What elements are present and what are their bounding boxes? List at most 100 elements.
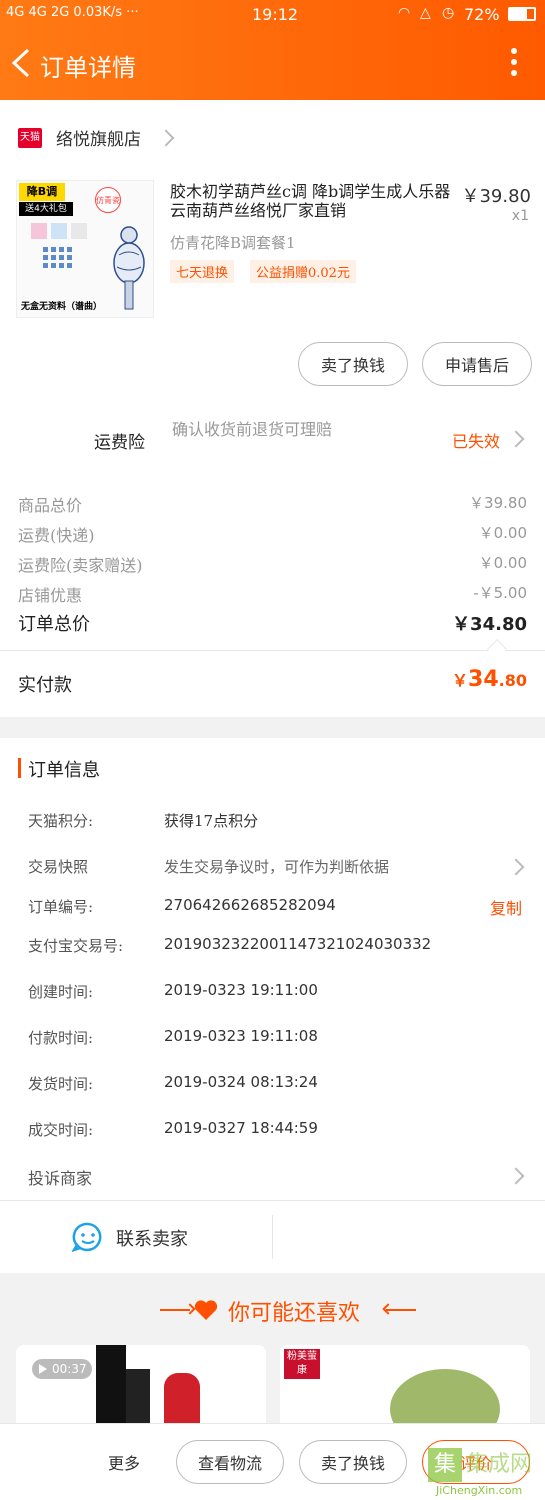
info-value: 2019-0323 19:11:00 bbox=[164, 981, 318, 999]
order-number: 270642662685282094 bbox=[164, 896, 336, 914]
order-total-label: 订单总价 bbox=[18, 614, 90, 635]
lipstick-base bbox=[126, 1369, 150, 1425]
tag-charity: 公益捐赠0.02元 bbox=[250, 260, 356, 283]
info-value: 2019-0324 08:13:24 bbox=[164, 1073, 318, 1091]
video-duration: 00:37 bbox=[52, 1362, 87, 1376]
summary-value: -￥5.00 bbox=[473, 584, 527, 602]
info-label: 天猫积分: bbox=[28, 812, 94, 830]
brand-tag: 粉美萤康 bbox=[284, 1349, 320, 1379]
copy-button[interactable]: 复制 bbox=[490, 895, 522, 919]
thumb-label-top: 降B调 bbox=[19, 183, 65, 201]
info-label: 订单编号: bbox=[28, 898, 94, 916]
lipstick-case bbox=[96, 1345, 126, 1425]
sell-swap-button[interactable]: 卖了换钱 bbox=[298, 342, 408, 386]
chevron-right-icon bbox=[507, 430, 525, 448]
product-qty: x1 bbox=[511, 208, 529, 224]
tmall-badge: 天猫 bbox=[18, 128, 42, 148]
paid-label: 实付款 bbox=[18, 675, 72, 696]
summary-label: 运费(快递) bbox=[18, 526, 95, 545]
product-sku: 仿青花降B调套餐1 bbox=[170, 234, 296, 252]
chevron-right-icon[interactable] bbox=[507, 858, 525, 876]
order-info: 订单信息 天猫积分: 获得17点积分 交易快照 发生交易争议时，可作为判断依据 … bbox=[0, 738, 545, 1200]
shipping-insurance-row[interactable]: 运费险 确认收货前退货可理赔 已失效 bbox=[0, 400, 545, 480]
insurance-label: 运费险 bbox=[94, 433, 145, 453]
view-logistics-button[interactable]: 查看物流 bbox=[176, 1440, 284, 1484]
recommend-heading: 你可能还喜欢 bbox=[228, 1301, 361, 1326]
info-label: 成交时间: bbox=[28, 1121, 94, 1139]
thumb-label-sub: 送4大礼包 bbox=[19, 202, 73, 216]
info-value: 2019-0327 18:44:59 bbox=[164, 1119, 318, 1137]
recommend-card-2[interactable]: 粉美萤康 bbox=[280, 1345, 530, 1425]
watermark-logo: 集 bbox=[428, 1448, 462, 1482]
mute-icon: △ bbox=[420, 5, 431, 21]
info-label: 付款时间: bbox=[28, 1029, 94, 1047]
summary-label: 店铺优惠 bbox=[18, 586, 83, 605]
watermark-text: JiChengXin.com bbox=[436, 1484, 523, 1497]
accessory-grid-image bbox=[31, 223, 87, 268]
page-title: 订单详情 bbox=[40, 54, 136, 82]
paid-int: 34 bbox=[468, 667, 499, 692]
insurance-desc: 确认收货前退货可理赔 bbox=[172, 420, 333, 439]
thumb-stamp: 仿青瓷 bbox=[95, 187, 121, 213]
alipay-trade-number: 2019032322001147321024030332 bbox=[164, 935, 432, 953]
status-bar: 4G 4G 2G 0.03K/s ··· 19:12 ◠ △ ◷ 72% bbox=[0, 0, 545, 28]
play-icon bbox=[39, 1364, 47, 1374]
product-thumbnail[interactable]: 降B调 送4大礼包 仿青瓷 无盒无资料（谱曲） bbox=[16, 180, 154, 318]
price-summary: 商品总价 ￥39.80 运费(快递) ￥0.00 运费险(卖家赠送) ￥0.00… bbox=[0, 480, 545, 650]
info-label: 支付宝交易号: bbox=[28, 937, 124, 955]
paid-currency: ￥ bbox=[452, 671, 469, 690]
info-label: 发货时间: bbox=[28, 1075, 94, 1093]
contact-row: 联系卖家 bbox=[0, 1201, 545, 1273]
summary-value: ￥0.00 bbox=[478, 524, 527, 542]
paid-row: 实付款 ￥34.80 bbox=[0, 651, 545, 717]
order-info-heading: 订单信息 bbox=[28, 760, 100, 781]
after-sale-button[interactable]: 申请售后 bbox=[422, 342, 532, 386]
heart-icon bbox=[194, 1300, 218, 1320]
section-marker bbox=[18, 758, 21, 778]
headset-icon: ◠ bbox=[398, 5, 411, 21]
info-label: 交易快照 bbox=[28, 858, 89, 876]
paid-amount: ￥34.80 bbox=[452, 667, 527, 692]
store-name[interactable]: 络悦旗舰店 bbox=[56, 125, 141, 150]
title-bar: 订单详情 bbox=[0, 30, 545, 98]
summary-label: 商品总价 bbox=[18, 496, 83, 515]
more-vertical-icon[interactable] bbox=[511, 48, 519, 78]
info-label: 创建时间: bbox=[28, 983, 94, 1001]
summary-value: ￥0.00 bbox=[478, 554, 527, 572]
insurance-status: 已失效 bbox=[452, 432, 501, 451]
heading-line-right bbox=[386, 1309, 416, 1311]
gourd-flute-image bbox=[113, 226, 145, 310]
complaint-link[interactable]: 投诉商家 bbox=[28, 1165, 92, 1189]
chevron-left-icon[interactable] bbox=[10, 48, 32, 78]
more-button[interactable]: 更多 bbox=[108, 1450, 140, 1474]
thumb-label-bottom: 无盒无资料（谱曲） bbox=[21, 302, 103, 312]
chevron-right-icon[interactable] bbox=[157, 129, 175, 147]
alarm-icon: ◷ bbox=[442, 5, 455, 21]
summary-value: ￥39.80 bbox=[469, 494, 527, 512]
tag-seven-day-return: 七天退换 bbox=[170, 260, 235, 283]
video-badge: 00:37 bbox=[32, 1359, 92, 1379]
product-title[interactable]: 胶木初学葫芦丝c调 降b调学生成人乐器云南葫芦丝络悦厂家直销 bbox=[170, 182, 460, 220]
status-left: 4G 4G 2G 0.03K/s ··· bbox=[6, 5, 139, 20]
info-value[interactable]: 发生交易争议时，可作为判断依据 bbox=[164, 856, 389, 877]
divider bbox=[272, 1215, 273, 1259]
status-time: 19:12 bbox=[252, 5, 299, 24]
summary-label: 运费险(卖家赠送) bbox=[18, 556, 143, 575]
jade-roller-image bbox=[390, 1369, 500, 1425]
order-total-value: ￥34.80 bbox=[452, 614, 527, 635]
product-card: 天猫 络悦旗舰店 降B调 送4大礼包 仿青瓷 无盒无资料（谱曲） 胶木初学葫芦丝… bbox=[0, 100, 545, 400]
battery-percent: 72% bbox=[464, 5, 500, 24]
info-value: 获得17点积分 bbox=[164, 812, 259, 830]
product-price: ￥39.80 bbox=[461, 186, 531, 207]
watermark-brand: 集成网 bbox=[466, 1452, 533, 1477]
sell-swap-button[interactable]: 卖了换钱 bbox=[299, 1440, 407, 1484]
info-value: 2019-0323 19:11:08 bbox=[164, 1027, 318, 1045]
header: 4G 4G 2G 0.03K/s ··· 19:12 ◠ △ ◷ 72% 订单详… bbox=[0, 0, 545, 100]
recommend-card-1[interactable]: 00:37 bbox=[16, 1345, 266, 1425]
recommend-section: 你可能还喜欢 00:37 粉美萤康 bbox=[0, 1273, 545, 1425]
contact-seller-button[interactable]: 联系卖家 bbox=[116, 1225, 188, 1251]
chat-icon[interactable] bbox=[72, 1221, 104, 1253]
lipstick-bullet bbox=[164, 1373, 200, 1425]
chevron-right-icon[interactable] bbox=[507, 1167, 525, 1185]
battery-icon bbox=[508, 7, 536, 21]
